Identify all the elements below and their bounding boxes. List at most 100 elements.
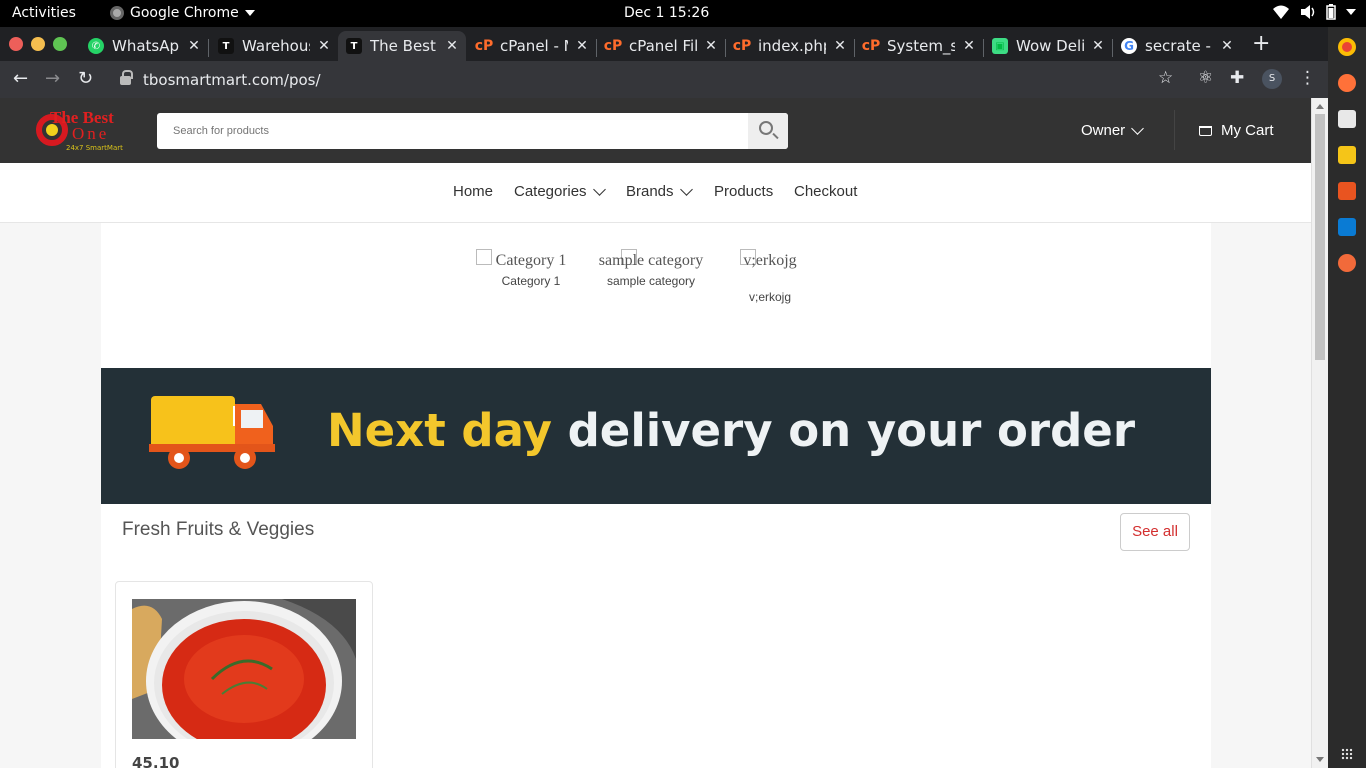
android-icon: ▣ bbox=[992, 38, 1008, 54]
tab-cpanel-files[interactable]: cP cPanel Fil ✕ bbox=[597, 31, 725, 61]
product-price: 45.10 bbox=[132, 754, 180, 768]
close-window-button[interactable] bbox=[9, 37, 23, 51]
main-nav: Home Categories Brands Products Checkout bbox=[0, 163, 1311, 223]
category-item[interactable]: Category 1 Category 1 bbox=[476, 249, 586, 289]
nav-products[interactable]: Products bbox=[714, 183, 773, 200]
close-tab-icon[interactable]: ✕ bbox=[316, 38, 332, 54]
chrome-dock-icon[interactable] bbox=[1338, 38, 1356, 56]
files-dock-icon[interactable] bbox=[1338, 110, 1356, 128]
url-text[interactable]: tbosmartmart.com/pos/ bbox=[143, 71, 321, 89]
system-tray[interactable] bbox=[1272, 4, 1356, 20]
search-button[interactable] bbox=[748, 113, 788, 149]
divider bbox=[1174, 110, 1175, 150]
page-viewport: The Best One 24x7 SmartMart Owner My Car… bbox=[0, 98, 1311, 768]
tab-strip: ✆ WhatsApp ✕ T Warehouse ✕ T The Best ✕ … bbox=[0, 27, 1328, 61]
tab-index-php[interactable]: cP index.php ✕ bbox=[726, 31, 854, 61]
rhythmbox-dock-icon[interactable] bbox=[1338, 146, 1356, 164]
scroll-up-arrow-icon[interactable] bbox=[1316, 104, 1324, 109]
back-arrow-icon[interactable]: ← bbox=[13, 68, 28, 89]
site-logo[interactable]: The Best One 24x7 SmartMart bbox=[36, 108, 126, 154]
chrome-menu-icon[interactable]: ⋮ bbox=[1299, 68, 1316, 88]
owner-menu[interactable]: Owner bbox=[1081, 121, 1145, 139]
tab-the-best[interactable]: T The Best ✕ bbox=[338, 31, 466, 61]
close-tab-icon[interactable]: ✕ bbox=[961, 38, 977, 54]
scrollbar-thumb[interactable] bbox=[1315, 114, 1325, 360]
postman-dock-icon[interactable] bbox=[1338, 254, 1356, 272]
close-tab-icon[interactable]: ✕ bbox=[1090, 38, 1106, 54]
page-scrollbar[interactable] bbox=[1311, 98, 1328, 768]
new-tab-button[interactable]: + bbox=[1252, 31, 1270, 56]
category-image-alt: sample category bbox=[598, 252, 704, 269]
reload-icon[interactable]: ↻ bbox=[78, 68, 93, 89]
cpanel-icon: cP bbox=[603, 38, 623, 54]
delivery-truck-icon bbox=[149, 396, 275, 469]
firefox-dock-icon[interactable] bbox=[1338, 74, 1356, 92]
banner-headline: Next day delivery on your order bbox=[327, 404, 1136, 457]
nav-checkout[interactable]: Checkout bbox=[794, 183, 857, 200]
close-tab-icon[interactable]: ✕ bbox=[703, 38, 719, 54]
close-tab-icon[interactable]: ✕ bbox=[832, 38, 848, 54]
close-tab-icon[interactable]: ✕ bbox=[1219, 38, 1235, 54]
whatsapp-icon: ✆ bbox=[88, 38, 104, 54]
ubuntu-dock bbox=[1328, 27, 1366, 768]
category-label: v;erkojg bbox=[748, 290, 792, 304]
close-tab-icon[interactable]: ✕ bbox=[574, 38, 590, 54]
cpanel-icon: cP bbox=[732, 38, 752, 54]
category-image-alt: v;erkojg bbox=[743, 252, 797, 269]
show-applications-icon[interactable] bbox=[1341, 748, 1353, 760]
scroll-down-arrow-icon[interactable] bbox=[1316, 757, 1324, 762]
see-all-button[interactable]: See all bbox=[1120, 513, 1190, 551]
address-bar[interactable]: tbosmartmart.com/pos/ bbox=[110, 66, 1196, 94]
nav-home[interactable]: Home bbox=[453, 183, 493, 200]
activities-button[interactable]: Activities bbox=[12, 5, 76, 21]
delivery-banner[interactable]: Next day delivery on your order bbox=[101, 368, 1211, 504]
maximize-window-button[interactable] bbox=[53, 37, 67, 51]
chevron-down-icon bbox=[592, 182, 606, 196]
close-tab-icon[interactable]: ✕ bbox=[444, 38, 460, 54]
search-input[interactable] bbox=[157, 113, 748, 149]
minimize-window-button[interactable] bbox=[31, 37, 45, 51]
tab-whatsapp[interactable]: ✆ WhatsApp ✕ bbox=[80, 31, 208, 61]
search-icon bbox=[759, 121, 773, 135]
product-image[interactable] bbox=[132, 599, 356, 739]
battery-icon bbox=[1326, 4, 1336, 20]
tab-system[interactable]: cP System_s ✕ bbox=[855, 31, 983, 61]
cart-link[interactable]: My Cart bbox=[1199, 122, 1274, 139]
close-tab-icon[interactable]: ✕ bbox=[186, 38, 202, 54]
tab-cpanel-m[interactable]: cP cPanel - M ✕ bbox=[468, 31, 596, 61]
caret-down-icon bbox=[244, 10, 255, 16]
react-devtools-icon[interactable]: ⚛ bbox=[1198, 68, 1213, 88]
system-top-bar: Activities Google Chrome Dec 1 15:26 bbox=[0, 0, 1366, 27]
broken-image-icon bbox=[476, 249, 492, 265]
wifi-icon bbox=[1273, 5, 1289, 19]
main-content: Category 1 Category 1 sample category sa… bbox=[101, 223, 1211, 768]
nav-brands[interactable]: Brands bbox=[626, 182, 693, 200]
category-item[interactable]: v;erkojg v;erkojg bbox=[715, 249, 825, 305]
tab-wow-deli[interactable]: ▣ Wow Deli ✕ bbox=[984, 31, 1112, 61]
app-menu[interactable]: Google Chrome bbox=[110, 5, 255, 21]
bookmark-star-icon[interactable]: ☆ bbox=[1158, 68, 1173, 88]
t-logo-icon: T bbox=[218, 38, 234, 54]
clock[interactable]: Dec 1 15:26 bbox=[624, 5, 709, 21]
category-item[interactable]: sample category sample category bbox=[596, 249, 706, 289]
tab-warehouse[interactable]: T Warehouse ✕ bbox=[210, 31, 338, 61]
profile-avatar[interactable]: S bbox=[1262, 69, 1282, 89]
section-title: Fresh Fruits & Veggies bbox=[122, 519, 315, 540]
lock-icon[interactable] bbox=[120, 69, 133, 85]
vscode-dock-icon[interactable] bbox=[1338, 218, 1356, 236]
cpanel-icon: cP bbox=[861, 38, 881, 54]
software-center-dock-icon[interactable] bbox=[1338, 182, 1356, 200]
site-header: The Best One 24x7 SmartMart Owner My Car… bbox=[0, 98, 1311, 163]
tab-secrate[interactable]: G secrate - G ✕ bbox=[1113, 31, 1241, 61]
extensions-puzzle-icon[interactable]: ✚ bbox=[1230, 68, 1244, 88]
t-logo-icon: T bbox=[346, 38, 362, 54]
category-label: Category 1 bbox=[501, 274, 561, 288]
chevron-down-icon bbox=[1131, 121, 1145, 135]
cart-icon bbox=[1199, 125, 1212, 136]
nav-categories[interactable]: Categories bbox=[514, 182, 606, 200]
chevron-down-icon bbox=[679, 182, 693, 196]
forward-arrow-icon[interactable]: → bbox=[45, 68, 60, 89]
category-label: sample category bbox=[606, 274, 696, 288]
product-card[interactable]: 45.10 bbox=[115, 581, 373, 768]
volume-icon bbox=[1301, 5, 1315, 19]
